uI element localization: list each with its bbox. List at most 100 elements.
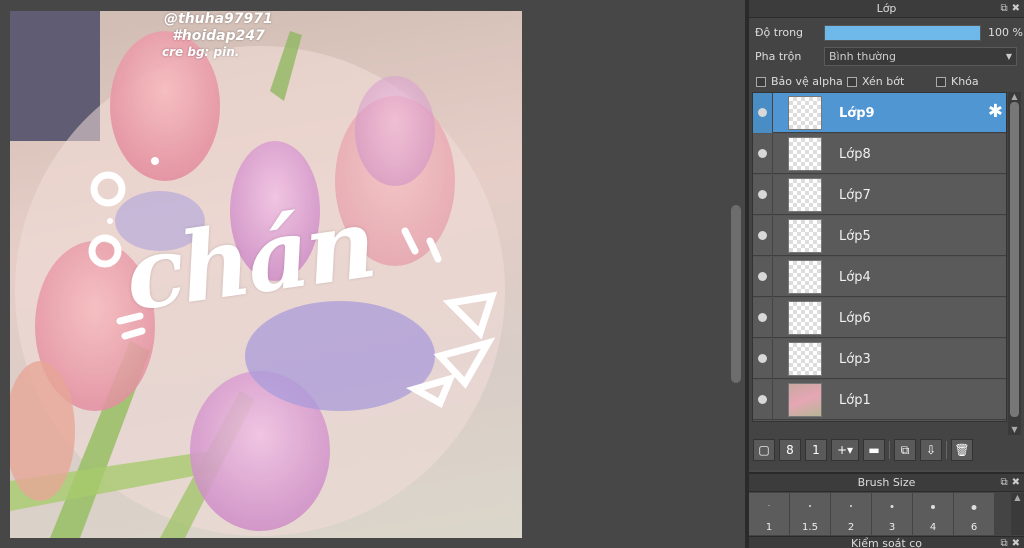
brush-size-label: 3 <box>888 522 896 533</box>
detach-panel-icon[interactable]: ⧉ <box>1000 538 1007 548</box>
layer-list: Lớp9 ✱ Lớp8 Lớp7 Lớp5 Lớp4 Lớp6 Lớp3 Lớp… <box>752 92 1007 422</box>
visibility-icon[interactable] <box>758 108 767 117</box>
visibility-column[interactable] <box>753 134 773 174</box>
opacity-slider-fill <box>825 26 980 40</box>
artboard[interactable]: @thuha97971 #hoidap247 cre bg: pin. chán <box>10 11 522 538</box>
scroll-up-icon[interactable]: ▲ <box>1008 92 1021 102</box>
blend-mode-label: Pha trộn <box>755 50 802 63</box>
brush-control-title: Kiểm soát cọ <box>850 537 923 548</box>
canvas-scroll-thumb[interactable] <box>731 205 741 383</box>
duplicate-layer-icon[interactable]: ⧉ <box>894 439 916 461</box>
visibility-column[interactable] <box>753 93 773 133</box>
layer-toolbar: ▢ 8 1 +▾ ▬ ⧉ ⇩ 🗑 <box>749 436 1024 464</box>
detach-panel-icon[interactable]: ⧉ <box>1000 3 1007 14</box>
chevron-down-icon: ▼ <box>1005 52 1012 61</box>
layer-item[interactable]: Lớp6 <box>753 298 1006 338</box>
layer-thumbnail <box>788 383 822 417</box>
clipping-label: Xén bớt <box>862 75 905 88</box>
layer-item[interactable]: Lớp8 <box>753 134 1006 174</box>
visibility-column[interactable] <box>753 380 773 420</box>
visibility-column[interactable] <box>753 175 773 215</box>
layer-item[interactable]: Lớp4 <box>753 257 1006 297</box>
visibility-column[interactable] <box>753 216 773 256</box>
clipping-checkbox[interactable]: Xén bớt <box>847 75 904 88</box>
visibility-column[interactable] <box>753 339 773 379</box>
scroll-down-icon[interactable]: ▼ <box>1008 425 1021 435</box>
layer-name: Lớp7 <box>839 188 871 203</box>
brush-size-scrollbar[interactable]: ▲ <box>1011 493 1024 535</box>
layer-item[interactable]: Lớp9 ✱ <box>753 93 1006 133</box>
brush-dot <box>931 505 935 509</box>
brush-size-title: Brush Size <box>857 476 916 489</box>
layer-scroll-thumb[interactable] <box>1010 102 1019 417</box>
new-layer-icon[interactable]: ▢ <box>753 439 775 461</box>
blend-row: Pha trộn Bình thường ▼ <box>749 47 1024 67</box>
detach-panel-icon[interactable]: ⧉ <box>1000 477 1007 488</box>
canvas-area[interactable]: @thuha97971 #hoidap247 cre bg: pin. chán <box>0 0 745 548</box>
layer-panel-title: Lớp <box>876 2 897 15</box>
toolbar-separator <box>946 441 947 459</box>
canvas-vertical-scrollbar[interactable] <box>729 0 743 548</box>
visibility-icon[interactable] <box>758 354 767 363</box>
opacity-row: Độ trong 100 % <box>749 23 1024 43</box>
folder-icon[interactable]: ▬ <box>863 439 885 461</box>
brush-size-option[interactable]: 3 <box>872 493 913 535</box>
visibility-icon[interactable] <box>758 190 767 199</box>
delete-layer-icon[interactable]: 🗑 <box>951 439 973 461</box>
brush-size-option[interactable]: 2 <box>831 493 872 535</box>
visibility-icon[interactable] <box>758 313 767 322</box>
visibility-icon[interactable] <box>758 272 767 281</box>
blend-mode-select[interactable]: Bình thường ▼ <box>824 47 1017 66</box>
visibility-icon[interactable] <box>758 149 767 158</box>
layer-item[interactable]: Lớp7 <box>753 175 1006 215</box>
brush-size-label: 2 <box>847 522 855 533</box>
close-panel-icon[interactable]: ✖ <box>1012 538 1020 548</box>
close-panel-icon[interactable]: ✖ <box>1012 3 1020 14</box>
brush-size-option[interactable]: 1.5 <box>790 493 831 535</box>
brush-size-option[interactable]: 1 <box>749 493 790 535</box>
layer-thumbnail <box>788 178 822 212</box>
add-layer-menu-icon[interactable]: +▾ <box>831 439 859 461</box>
brush-control-panel: Kiểm soát cọ ⧉ ✖ <box>749 536 1024 548</box>
blend-mode-value: Bình thường <box>829 50 896 63</box>
layer-item[interactable]: Lớp3 <box>753 339 1006 379</box>
layer-thumbnail <box>788 137 822 171</box>
layer-name: Lớp6 <box>839 311 871 326</box>
brush-control-header: Kiểm soát cọ ⧉ ✖ <box>749 537 1024 548</box>
visibility-column[interactable] <box>753 298 773 338</box>
layer-item[interactable]: Lớp5 <box>753 216 1006 256</box>
close-panel-icon[interactable]: ✖ <box>1012 477 1020 488</box>
opacity-slider[interactable] <box>824 25 981 41</box>
checkbox-box[interactable] <box>756 76 766 87</box>
brush-size-label: 1.5 <box>802 522 818 533</box>
new-8bit-layer-icon[interactable]: 8 <box>779 439 801 461</box>
layer-name: Lớp3 <box>839 352 871 367</box>
visibility-column[interactable] <box>753 257 773 297</box>
layer-name: Lớp5 <box>839 229 871 244</box>
checkbox-box[interactable] <box>936 76 946 87</box>
layer-list-scrollbar[interactable]: ▲ ▼ <box>1008 92 1021 435</box>
protect-alpha-label: Bảo vệ alpha <box>771 75 843 88</box>
visibility-icon[interactable] <box>758 395 767 404</box>
brush-size-option[interactable]: 6 <box>954 493 995 535</box>
protect-alpha-checkbox[interactable]: Bảo vệ alpha <box>756 75 843 88</box>
layer-panel-header: Lớp ⧉ ✖ <box>749 0 1024 18</box>
brush-size-label: 4 <box>929 522 937 533</box>
layer-item[interactable]: Lớp1 <box>753 380 1006 420</box>
lock-checkbox[interactable]: Khóa <box>936 75 979 88</box>
gear-icon[interactable]: ✱ <box>988 103 1003 121</box>
brush-size-option[interactable]: 4 <box>913 493 954 535</box>
brush-dot <box>890 505 894 508</box>
brush-dot <box>768 505 770 506</box>
visibility-icon[interactable] <box>758 231 767 240</box>
layer-panel: Lớp ⧉ ✖ Độ trong 100 % Pha trộn Bình thườ… <box>749 0 1024 470</box>
opacity-label: Độ trong <box>755 26 804 39</box>
layer-name: Lớp1 <box>839 393 871 408</box>
brush-dot <box>971 505 977 510</box>
checkbox-box[interactable] <box>847 76 857 87</box>
new-1bit-layer-icon[interactable]: 1 <box>805 439 827 461</box>
watermark-username: @thuha97971 <box>164 11 273 27</box>
merge-layer-icon[interactable]: ⇩ <box>920 439 942 461</box>
brush-size-header: Brush Size ⧉ ✖ <box>749 474 1024 492</box>
layer-name: Lớp4 <box>839 270 871 285</box>
